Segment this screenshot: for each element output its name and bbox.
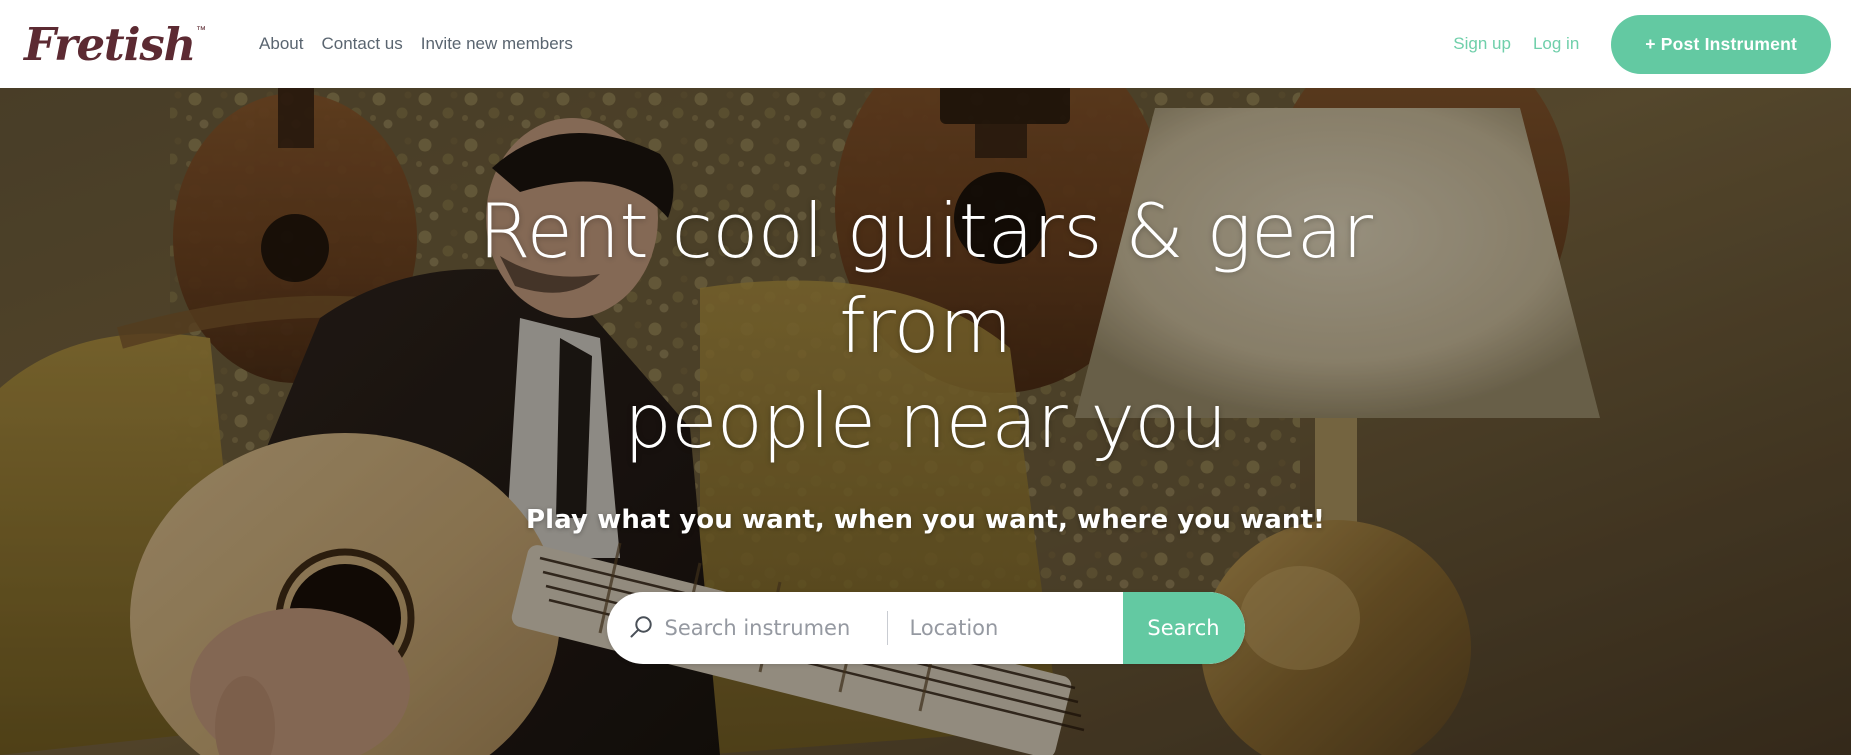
hero-content: Rent cool guitars & gear from people nea…: [0, 88, 1851, 755]
hero-section: Rent cool guitars & gear from people nea…: [0, 88, 1851, 755]
nav-item-contact-us[interactable]: Contact us: [312, 34, 411, 54]
log-in-link[interactable]: Log in: [1522, 34, 1590, 54]
hero-subheadline: Play what you want, when you want, where…: [525, 505, 1325, 535]
logo[interactable]: Fretish ™: [24, 22, 206, 67]
search-input[interactable]: [664, 616, 887, 640]
primary-nav: About Contact us Invite new members: [250, 34, 582, 54]
location-search-field[interactable]: [888, 592, 1123, 664]
logo-text: Fretish: [24, 17, 196, 71]
instrument-search-field[interactable]: [607, 592, 887, 664]
trademark-symbol: ™: [196, 24, 207, 36]
site-header: Fretish ™ About Contact us Invite new me…: [0, 0, 1851, 88]
hero-headline-line-2: people near you: [624, 377, 1227, 465]
post-instrument-button[interactable]: + Post Instrument: [1611, 14, 1831, 74]
search-bar: Search: [606, 592, 1245, 664]
location-input[interactable]: [909, 616, 1123, 640]
search-icon: [630, 616, 652, 638]
account-nav: Sign up Log in + Post Instrument: [1442, 14, 1831, 74]
search-submit-button[interactable]: Search: [1122, 592, 1245, 664]
landing-page: Fretish ™ About Contact us Invite new me…: [0, 0, 1851, 755]
nav-item-invite-new-members[interactable]: Invite new members: [412, 34, 582, 54]
hero-headline: Rent cool guitars & gear from people nea…: [426, 184, 1426, 469]
hero-headline-line-1: Rent cool guitars & gear from: [478, 187, 1373, 370]
sign-up-link[interactable]: Sign up: [1442, 34, 1522, 54]
nav-item-about[interactable]: About: [250, 34, 312, 54]
